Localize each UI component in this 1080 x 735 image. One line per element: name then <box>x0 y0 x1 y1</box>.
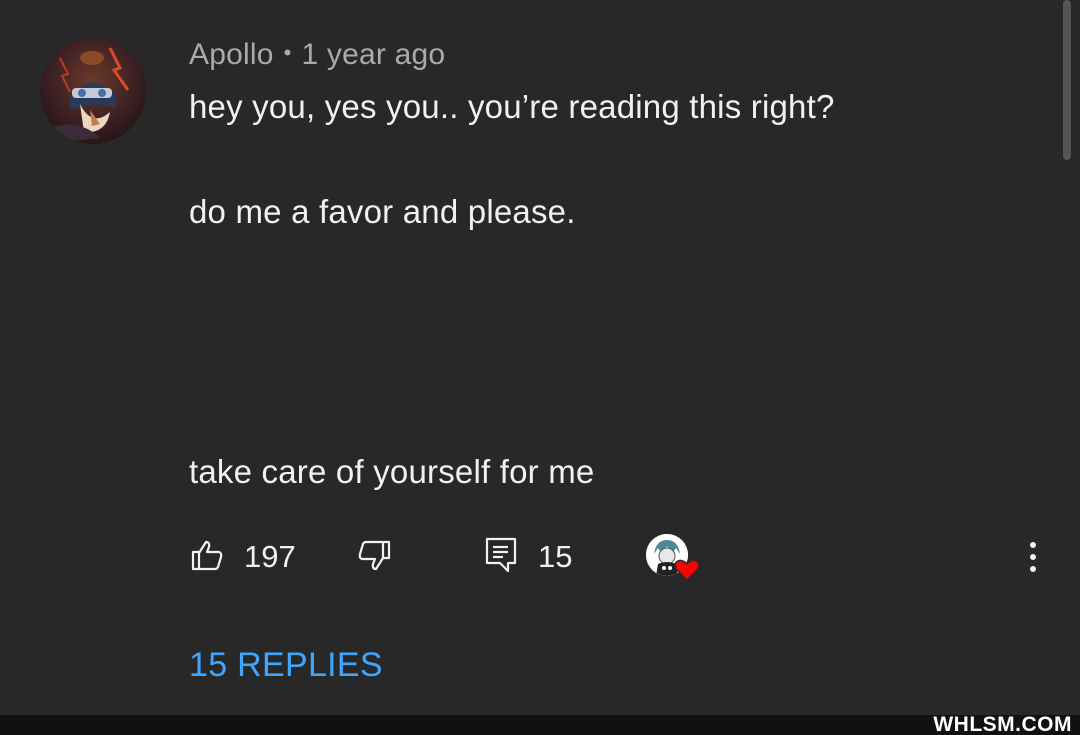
comment-screen: Apollo • 1 year ago hey you, yes you.. you… <box>0 0 1080 735</box>
thumbs-up-icon <box>190 538 224 577</box>
reply-button[interactable]: 15 <box>484 536 572 578</box>
reply-count: 15 <box>538 539 573 574</box>
scrollbar[interactable] <box>1063 0 1071 160</box>
comment-text-line: do me a favor and please. <box>189 193 576 230</box>
comment-meta: Apollo • 1 year ago <box>189 38 445 72</box>
more-vert-icon <box>1016 542 1050 582</box>
comment-timestamp[interactable]: 1 year ago <box>302 38 446 71</box>
footer-bar <box>0 715 1080 735</box>
more-options-button[interactable] <box>1016 536 1050 578</box>
heart-icon <box>674 558 700 582</box>
thumbs-down-icon <box>356 538 392 577</box>
author-avatar[interactable] <box>40 38 146 144</box>
creator-heart-badge <box>646 534 702 586</box>
dislike-button[interactable] <box>356 536 392 578</box>
reply-icon <box>484 536 518 579</box>
view-replies-link[interactable]: 15 REPLIES <box>189 646 383 685</box>
meta-separator: • <box>283 40 292 65</box>
like-count: 197 <box>244 539 296 574</box>
like-button[interactable]: 197 <box>190 536 296 578</box>
watermark: WHLSM.COM <box>933 713 1072 735</box>
comment-text-line: hey you, yes you.. you’re reading this r… <box>189 88 835 125</box>
author-name[interactable]: Apollo <box>189 38 274 71</box>
comment-text-line: take care of yourself for me <box>189 453 595 490</box>
